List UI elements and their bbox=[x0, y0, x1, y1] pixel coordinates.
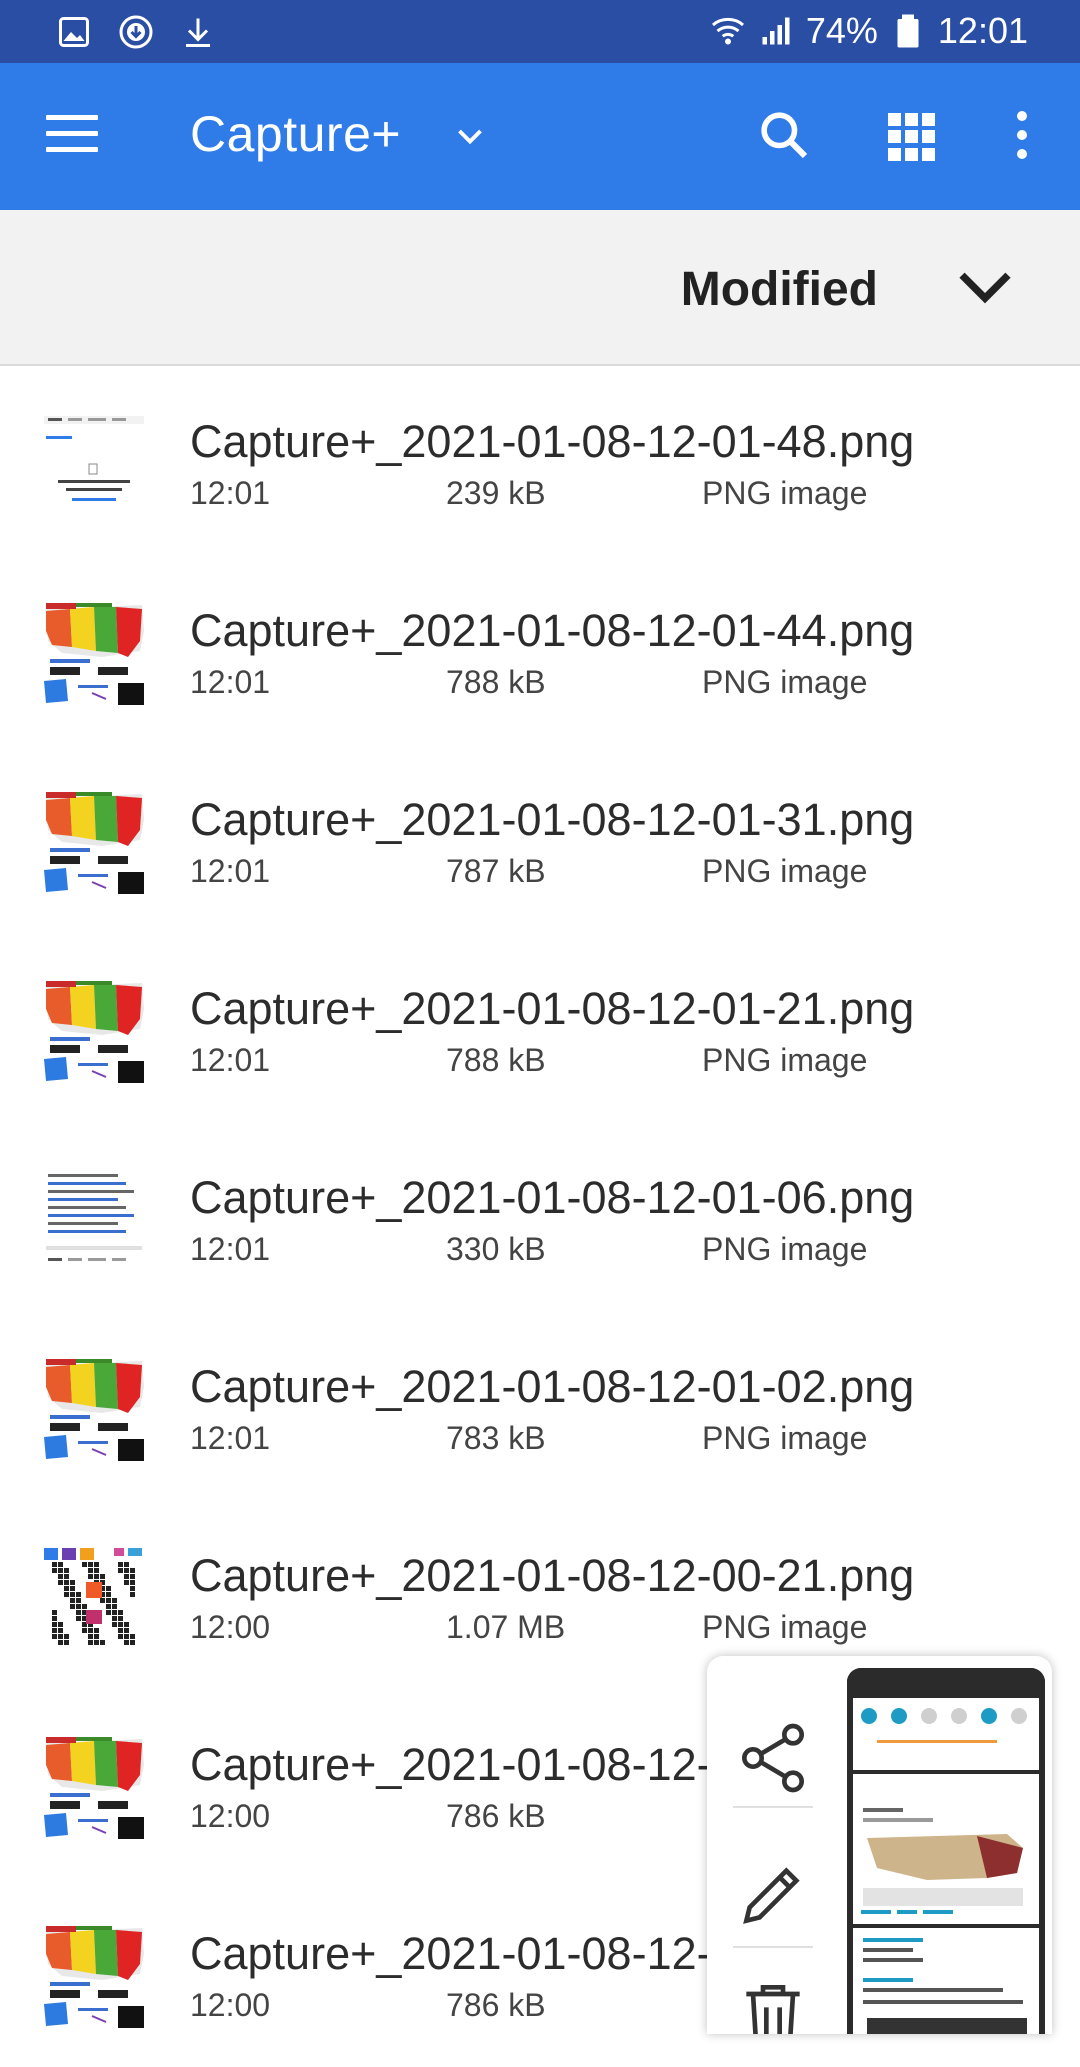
file-list-item[interactable]: Capture+_2021-01-08-12-01-44.png 12:01 788… bbox=[0, 555, 1080, 744]
file-list-item[interactable]: Capture+_2021-01-08-12-01-31.png 12:01 787… bbox=[0, 744, 1080, 933]
file-name: Capture+_2021-01-08-12-01-44.png bbox=[190, 605, 915, 656]
file-type: PNG image bbox=[702, 1231, 868, 1267]
screenshot-preview[interactable] bbox=[847, 1668, 1045, 2034]
screenshot-panel bbox=[707, 1656, 1052, 2034]
search-icon[interactable] bbox=[756, 107, 812, 163]
file-name: Capture+_2021-01-08-12-01-21.png bbox=[190, 983, 915, 1034]
file-list-item[interactable]: Capture+_2021-01-08-12-01-02.png 12:01 783… bbox=[0, 1311, 1080, 1500]
file-thumbnail bbox=[42, 601, 146, 705]
sort-bar[interactable]: Modified bbox=[0, 210, 1080, 366]
file-time: 12:01 bbox=[190, 664, 271, 700]
file-name: Capture+_2021-01-08-12-01-31.png bbox=[190, 794, 915, 845]
chevron-down-icon[interactable] bbox=[956, 266, 1014, 312]
file-time: 12:00 bbox=[190, 1609, 271, 1645]
file-type: PNG image bbox=[702, 1420, 868, 1456]
file-thumbnail bbox=[42, 412, 146, 516]
clock: 12:01 bbox=[937, 10, 1028, 51]
file-name: Capture+_2021-01-08-12-00-21.png bbox=[190, 1550, 915, 1601]
file-thumbnail bbox=[42, 1168, 146, 1272]
file-type: PNG image bbox=[702, 664, 868, 700]
app-title[interactable]: Capture+ bbox=[190, 105, 401, 163]
edit-icon[interactable] bbox=[733, 1854, 813, 1934]
file-thumbnail bbox=[42, 1735, 146, 1839]
chevron-down-icon[interactable] bbox=[452, 119, 488, 155]
file-size: 788 kB bbox=[446, 664, 546, 700]
file-name: Capture+_2021-01-08-12-01-06.png bbox=[190, 1172, 915, 1223]
file-thumbnail bbox=[42, 1357, 146, 1461]
app-bar: Capture+ bbox=[0, 63, 1080, 210]
file-size: 788 kB bbox=[446, 1042, 546, 1078]
file-size: 787 kB bbox=[446, 853, 546, 889]
file-time: 12:01 bbox=[190, 853, 271, 889]
status-bar: 74% 12:01 bbox=[0, 0, 1080, 63]
file-name: Capture+_2021-01-08-12-01-48.png bbox=[190, 416, 915, 467]
file-thumbnail bbox=[42, 1924, 146, 2028]
divider bbox=[733, 1806, 813, 1808]
file-time: 12:00 bbox=[190, 1798, 271, 1834]
delete-icon[interactable] bbox=[733, 1974, 813, 2034]
grid-view-icon[interactable] bbox=[888, 113, 936, 161]
file-thumbnail bbox=[42, 1546, 146, 1650]
menu-icon[interactable] bbox=[46, 115, 98, 159]
file-name: Capture+_2021-01-08-12-01-02.png bbox=[190, 1361, 915, 1412]
signal-icon bbox=[762, 17, 790, 45]
file-time: 12:00 bbox=[190, 1987, 271, 2023]
file-time: 12:01 bbox=[190, 1420, 271, 1456]
file-name: Capture+_2021-01-08-12- bbox=[190, 1928, 712, 1979]
file-size: 783 kB bbox=[446, 1420, 546, 1456]
battery-percent: 74% bbox=[805, 10, 878, 51]
file-size: 786 kB bbox=[446, 1798, 546, 1834]
file-type: PNG image bbox=[702, 475, 868, 511]
file-size: 1.07 MB bbox=[446, 1609, 566, 1645]
battery-icon bbox=[897, 14, 919, 48]
screenshot-actions bbox=[707, 1656, 832, 2034]
file-thumbnail bbox=[42, 790, 146, 894]
file-thumbnail bbox=[42, 979, 146, 1083]
file-type: PNG image bbox=[702, 1609, 868, 1645]
file-time: 12:01 bbox=[190, 1231, 271, 1267]
file-list-item[interactable]: Capture+_2021-01-08-12-01-06.png 12:01 330… bbox=[0, 1122, 1080, 1311]
sort-label[interactable]: Modified bbox=[681, 262, 878, 317]
screenshot-preview-image bbox=[847, 1668, 1045, 2034]
divider bbox=[733, 1946, 813, 1948]
wifi-icon bbox=[711, 17, 744, 45]
file-type: PNG image bbox=[702, 853, 868, 889]
file-time: 12:01 bbox=[190, 1042, 271, 1078]
image-icon bbox=[59, 17, 89, 47]
more-vert-icon[interactable] bbox=[1012, 111, 1032, 167]
file-list-item[interactable]: Capture+_2021-01-08-12-01-21.png 12:01 788… bbox=[0, 933, 1080, 1122]
download-icon bbox=[186, 18, 210, 47]
file-type: PNG image bbox=[702, 1042, 868, 1078]
file-name: Capture+_2021-01-08-12- bbox=[190, 1739, 712, 1790]
file-size: 330 kB bbox=[446, 1231, 546, 1267]
file-list-item[interactable]: Capture+_2021-01-08-12-01-48.png 12:01 239… bbox=[0, 366, 1080, 555]
file-time: 12:01 bbox=[190, 475, 271, 511]
file-size: 239 kB bbox=[446, 475, 546, 511]
share-icon[interactable] bbox=[733, 1718, 813, 1798]
download-circle-icon bbox=[119, 15, 153, 49]
file-size: 786 kB bbox=[446, 1987, 546, 2023]
